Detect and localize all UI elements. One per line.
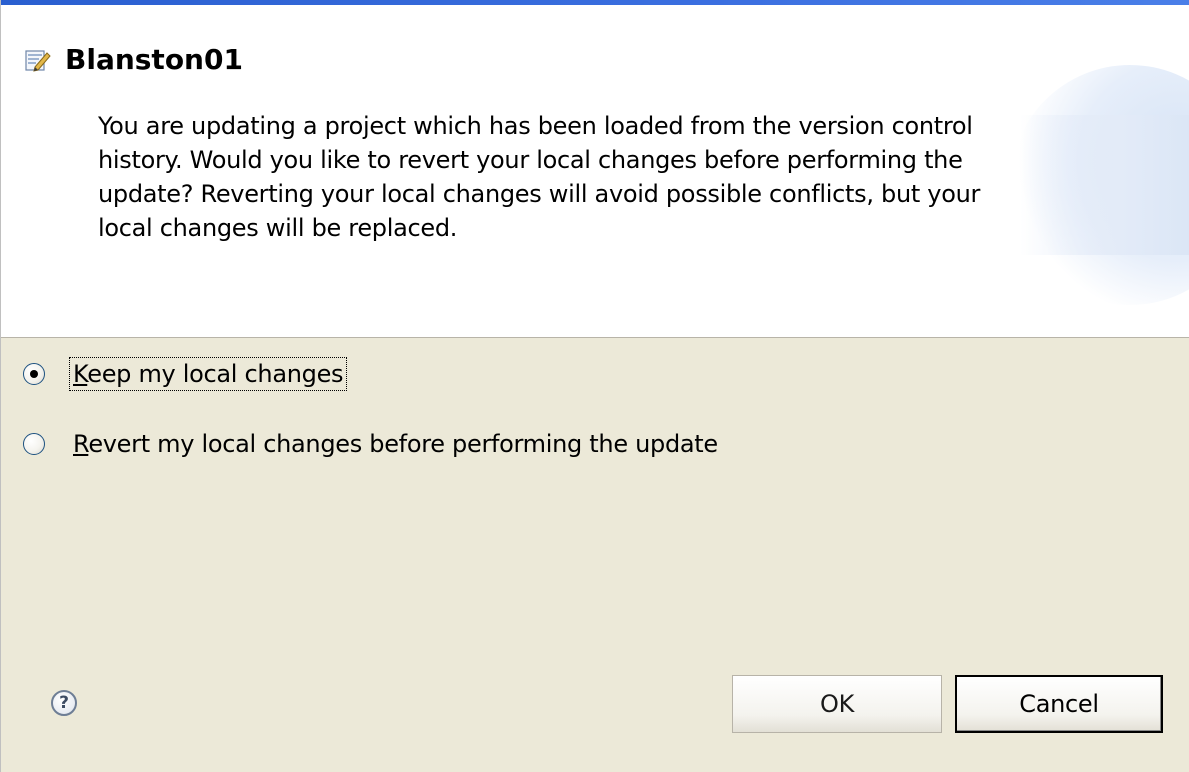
revert-changes-label-text: evert my local changes before performing… <box>88 430 718 458</box>
ok-button[interactable]: OK <box>732 675 942 733</box>
revert-changes-mnemonic: R <box>73 430 89 458</box>
keep-changes-label-text: eep my local changes <box>87 360 344 388</box>
dialog-header: Blanston01 You are updating a project wh… <box>1 5 1189 338</box>
dialog-message: You are updating a project which has bee… <box>98 112 981 242</box>
keep-changes-option[interactable]: Keep my local changes <box>23 356 720 392</box>
update-dialog: Blanston01 You are updating a project wh… <box>0 0 1189 772</box>
title-row: Blanston01 <box>25 43 243 77</box>
revert-changes-option[interactable]: Revert my local changes before performin… <box>23 426 720 462</box>
help-icon[interactable]: ? <box>51 690 77 716</box>
option-group: Keep my local changes Revert my local ch… <box>23 356 720 496</box>
document-edit-icon <box>25 48 51 72</box>
keep-changes-label[interactable]: Keep my local changes <box>68 357 348 391</box>
cancel-button[interactable]: Cancel <box>955 675 1163 733</box>
revert-changes-radio[interactable] <box>23 433 45 455</box>
keep-changes-mnemonic: K <box>73 360 88 388</box>
radio-selected-dot <box>30 370 38 378</box>
keep-changes-radio[interactable] <box>23 363 45 385</box>
dialog-title: Blanston01 <box>65 43 243 76</box>
help-glyph: ? <box>59 692 69 713</box>
revert-changes-label[interactable]: Revert my local changes before performin… <box>71 429 720 459</box>
header-decoration-fade <box>1020 115 1189 255</box>
